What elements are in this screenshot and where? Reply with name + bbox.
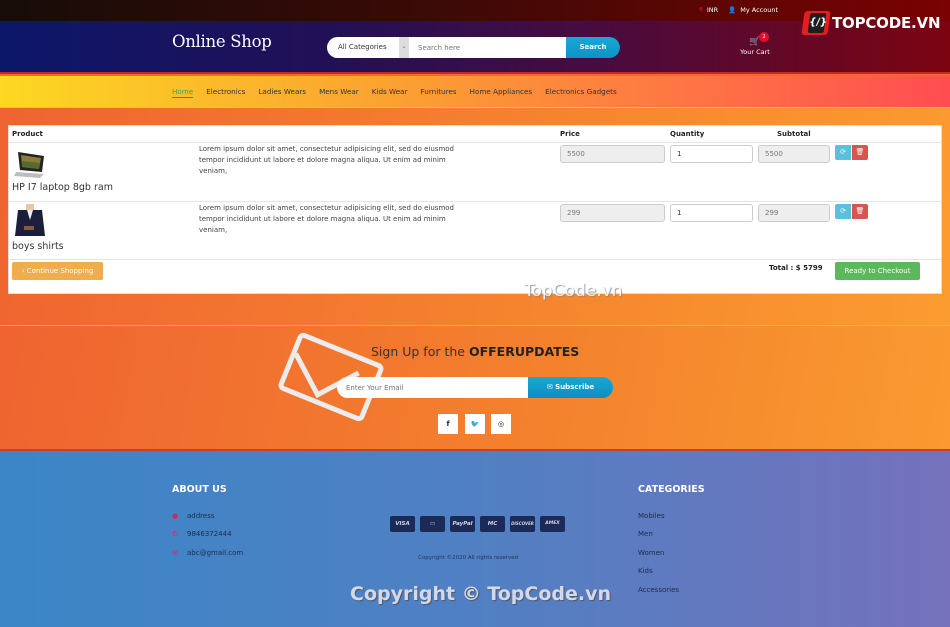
envelope-icon: ✉ (172, 549, 178, 557)
header-quantity: Quantity (670, 130, 705, 138)
email-input[interactable] (337, 377, 528, 398)
header-product: Product (12, 130, 43, 138)
quantity-input[interactable]: 1 (670, 204, 753, 222)
product-description: Lorem ipsum dolor sit amet, consectetur … (199, 145, 454, 175)
checkout-button[interactable]: Ready to Checkout (835, 262, 920, 280)
cart-label: Your Cart (740, 48, 770, 56)
header: Online Shop All Categories ⌄ Search 🛒 2 … (0, 11, 950, 74)
refresh-icon[interactable]: ⟳ (835, 204, 851, 219)
subscribe-button[interactable]: ✉ Subscribe (528, 377, 613, 398)
paypal-card-icon: PayPal (450, 516, 475, 532)
category-select[interactable]: All Categories (327, 37, 399, 58)
header-subtotal: Subtotal (777, 130, 811, 138)
discover-card-icon: DISCOVER (510, 516, 535, 532)
instagram-icon[interactable]: ◎ (491, 414, 511, 434)
nav-item-kids-wear[interactable]: Kids Wear (372, 87, 408, 98)
twitter-icon[interactable]: 🐦 (465, 414, 485, 434)
nav-item-electronics[interactable]: Electronics (206, 87, 245, 98)
about-heading: ABOUT US (172, 484, 227, 495)
quantity-input[interactable]: 1 (670, 145, 753, 163)
cart-count-badge: 2 (759, 32, 769, 42)
copyright-text: Copyright ©2020 All rights reserved (418, 555, 519, 561)
footer-category-kids[interactable]: Kids (638, 567, 653, 575)
footer-phone[interactable]: 9846372444 (187, 530, 232, 538)
product-name[interactable]: boys shirts (12, 241, 64, 252)
mastercard-card-icon: MC (480, 516, 505, 532)
nav-item-home-appliances[interactable]: Home Appliances (470, 87, 533, 98)
footer-category-mobiles[interactable]: Mobiles (638, 512, 665, 520)
product-description: Lorem ipsum dolor sit amet, consectetur … (199, 204, 454, 234)
facebook-icon[interactable]: f (438, 414, 458, 434)
trash-icon[interactable]: 🗑 (852, 204, 868, 219)
phone-icon: ✆ (172, 530, 178, 538)
nav-item-ladies-wears[interactable]: Ladies Wears (258, 87, 306, 98)
amex-card-icon: AMEX (540, 516, 565, 532)
cart-table: Product Price Quantity Subtotal HP I7 la… (8, 125, 942, 294)
footer-email[interactable]: abc@gmail.com (187, 549, 243, 557)
payment-cards: VISA ▭ PayPal MC DISCOVER AMEX (390, 516, 565, 532)
footer-address: address (187, 512, 215, 520)
subtotal-field: 5500 (758, 145, 830, 163)
visa-card-icon: VISA (390, 516, 415, 532)
header-price: Price (560, 130, 580, 138)
nav-item-furnitures[interactable]: Furnitures (421, 87, 457, 98)
chevron-down-icon[interactable]: ⌄ (399, 37, 409, 58)
rupee-icon: ₹ (698, 6, 703, 14)
credit-card-icon: ▭ (420, 516, 445, 532)
price-field: 5500 (560, 145, 665, 163)
watermark-bottom: Copyright © TopCode.vn (350, 583, 612, 605)
topcode-logo-icon: {/} (801, 11, 831, 35)
price-field: 299 (560, 204, 665, 222)
nav-item-home[interactable]: Home (172, 87, 194, 98)
my-account-link[interactable]: 👤 My Account (728, 6, 778, 14)
row-divider (9, 142, 941, 143)
refresh-icon[interactable]: ⟳ (835, 145, 851, 160)
cart-total: Total : $ 5799 (769, 264, 823, 272)
search-button[interactable]: Search (566, 37, 620, 58)
search-bar: All Categories ⌄ Search (327, 37, 620, 58)
row-divider (9, 201, 941, 202)
footer-category-accessories[interactable]: Accessories (638, 586, 679, 594)
main-nav: Home Electronics Ladies Wears Mens Wear … (0, 76, 950, 108)
subtotal-field: 299 (758, 204, 830, 222)
footer-category-men[interactable]: Men (638, 530, 653, 538)
watermark-center: TopCode.vn (524, 281, 623, 301)
nav-item-mens-wear[interactable]: Mens Wear (319, 87, 359, 98)
row-divider (9, 259, 941, 260)
newsletter-form: ✉ Subscribe (337, 377, 613, 398)
cart-button[interactable]: 🛒 2 Your Cart (737, 32, 773, 56)
product-name[interactable]: HP I7 laptop 8gb ram (12, 182, 113, 193)
topcode-brand-text: TOPCODE.VN (832, 14, 941, 32)
newsletter-title: Sign Up for the OFFERUPDATES (371, 344, 580, 359)
site-logo[interactable]: Online Shop (172, 32, 272, 51)
footer-category-women[interactable]: Women (638, 549, 664, 557)
categories-heading: CATEGORIES (638, 484, 705, 495)
user-icon: 👤 (728, 6, 737, 14)
continue-shopping-button[interactable]: ‹ Continue Shopping (12, 262, 103, 280)
map-pin-icon: ● (172, 512, 179, 520)
shirt-image (15, 204, 45, 236)
laptop-image (14, 152, 44, 178)
topcode-brand-logo: {/} TOPCODE.VN (801, 11, 941, 35)
search-input[interactable] (409, 37, 566, 58)
currency-link[interactable]: ₹ INR (699, 6, 718, 14)
nav-item-electronics-gadgets[interactable]: Electronics Gadgets (545, 87, 617, 98)
trash-icon[interactable]: 🗑 (852, 145, 868, 160)
